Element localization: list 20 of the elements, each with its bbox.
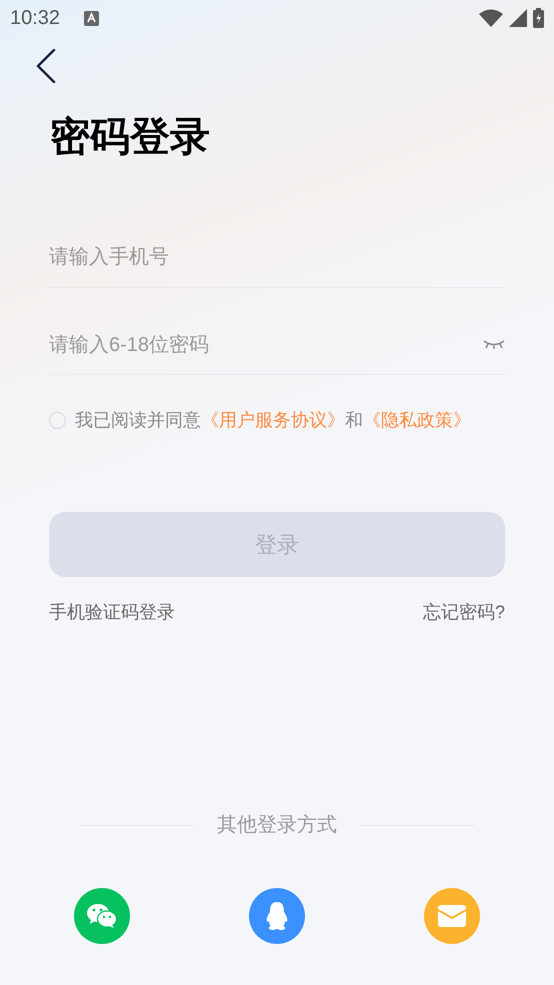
envelope-icon [437, 904, 467, 928]
forgot-password-link[interactable]: 忘记密码? [422, 599, 505, 626]
phone-field[interactable]: 请输入手机号 [49, 228, 505, 288]
keyboard-app-icon [84, 10, 100, 26]
chat-bubbles-icon [86, 903, 118, 929]
sms-login-link[interactable]: 手机验证码登录 [49, 599, 175, 626]
closed-eye-icon[interactable] [483, 338, 505, 350]
status-time: 10:32 [10, 6, 60, 31]
other-login-label: 其他登录方式 [217, 813, 337, 838]
password-field[interactable]: 请输入6-18位密码 [49, 330, 483, 360]
policy-link[interactable]: 《用户服务协议》 [201, 410, 345, 430]
page-title: 密码登录 [50, 114, 210, 161]
battery-icon [533, 8, 544, 28]
agreement-radio[interactable] [49, 412, 66, 429]
back-chevron-icon [36, 49, 56, 83]
signal-icon [509, 9, 527, 27]
agreement-text: 我已阅读并同意《用户服务协议》和《隐私政策》 [75, 409, 471, 432]
policy-link[interactable]: 《隐私政策》 [363, 410, 471, 430]
wifi-icon [479, 9, 503, 27]
penguin-icon [264, 901, 290, 931]
